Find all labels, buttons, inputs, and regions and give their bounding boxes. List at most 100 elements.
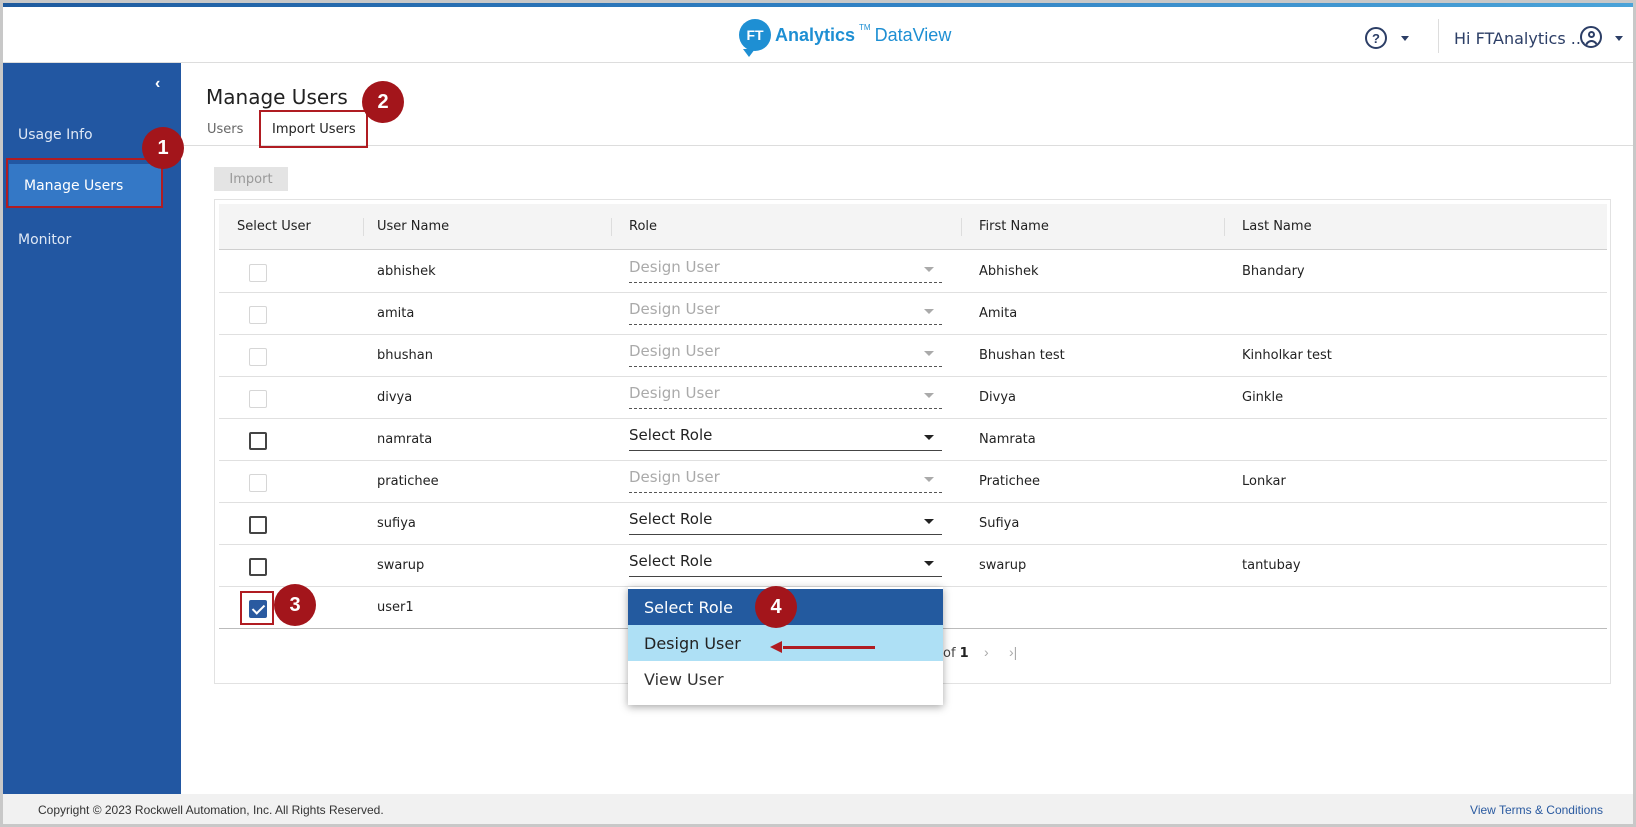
role-select[interactable]: Select Role bbox=[629, 549, 942, 577]
pager-total-pages: 1 bbox=[959, 646, 969, 661]
annotation-arrow-left-icon bbox=[770, 641, 782, 653]
sidebar-item-monitor[interactable]: Monitor bbox=[3, 218, 181, 262]
select-user-checkbox bbox=[249, 264, 267, 282]
select-user-checkbox bbox=[249, 390, 267, 408]
user-name-cell: swarup bbox=[377, 558, 425, 573]
chevron-down-icon bbox=[924, 351, 934, 356]
chevron-down-icon bbox=[924, 561, 934, 566]
last-page-icon[interactable]: ›| bbox=[1009, 644, 1017, 660]
next-page-icon[interactable]: › bbox=[984, 644, 989, 660]
logo-badge-icon: FT bbox=[739, 19, 771, 57]
role-select: Design User bbox=[629, 465, 942, 493]
role-select-value: Design User bbox=[629, 384, 720, 402]
role-select-value: Select Role bbox=[629, 426, 713, 444]
select-user-checkbox bbox=[249, 306, 267, 324]
last-name-cell: Kinholkar test bbox=[1242, 348, 1332, 363]
last-name-cell: Ginkle bbox=[1242, 390, 1284, 405]
logo-analytics-text: Analytics bbox=[775, 24, 856, 45]
role-select-value: Design User bbox=[629, 300, 720, 318]
user-name-cell: divya bbox=[377, 390, 413, 405]
first-name-cell: Pratichee bbox=[979, 474, 1041, 489]
table-row: sufiya Select Role Sufiya bbox=[219, 503, 1607, 545]
table-header: Select User User Name Role First Name La… bbox=[219, 204, 1607, 250]
table-row: divya Design User Divya Ginkle bbox=[219, 377, 1607, 419]
chevron-down-icon bbox=[924, 519, 934, 524]
annotation-step-1: 1 bbox=[142, 127, 184, 169]
first-name-cell: Namrata bbox=[979, 432, 1036, 447]
footer: Copyright © 2023 Rockwell Automation, In… bbox=[3, 794, 1633, 824]
column-header-last-name[interactable]: Last Name bbox=[1242, 219, 1312, 234]
app-header: FT Analytics TM DataView ? Hi FTAnalytic… bbox=[3, 7, 1633, 63]
chevron-down-icon bbox=[924, 393, 934, 398]
page-title: Manage Users bbox=[206, 85, 348, 109]
user-menu-chevron-down-icon[interactable] bbox=[1615, 36, 1623, 41]
column-separator bbox=[961, 218, 962, 236]
select-user-checkbox bbox=[249, 474, 267, 492]
table-row: swarup Select Role swarup tantubay bbox=[219, 545, 1607, 587]
column-separator bbox=[1224, 218, 1225, 236]
annotation-highlight-user1-checkbox bbox=[240, 591, 274, 625]
role-option-view-user[interactable]: View User bbox=[628, 661, 943, 697]
table-row: abhishek Design User Abhishek Bhandary bbox=[219, 251, 1607, 293]
role-select-value: Design User bbox=[629, 342, 720, 360]
select-user-checkbox[interactable] bbox=[249, 432, 267, 450]
user-avatar-icon[interactable] bbox=[1580, 26, 1602, 48]
pager-of-label: of bbox=[943, 646, 956, 661]
role-select-value: Select Role bbox=[629, 510, 713, 528]
role-select: Design User bbox=[629, 297, 942, 325]
column-header-role[interactable]: Role bbox=[629, 219, 657, 234]
column-header-select-user[interactable]: Select User bbox=[237, 219, 311, 234]
help-icon[interactable]: ? bbox=[1365, 27, 1387, 49]
import-button[interactable]: Import bbox=[214, 167, 288, 191]
terms-link[interactable]: View Terms & Conditions bbox=[1470, 803, 1603, 817]
role-select[interactable]: Select Role bbox=[629, 423, 942, 451]
chevron-down-icon bbox=[924, 435, 934, 440]
table-row: bhushan Design User Bhushan test Kinholk… bbox=[219, 335, 1607, 377]
user-name-cell: bhushan bbox=[377, 348, 433, 363]
role-select[interactable]: Select Role bbox=[629, 507, 942, 535]
role-option-design-user[interactable]: Design User bbox=[628, 625, 943, 661]
annotation-step-4: 4 bbox=[755, 586, 797, 628]
select-user-checkbox[interactable] bbox=[249, 558, 267, 576]
last-name-cell: Lonkar bbox=[1242, 474, 1286, 489]
column-separator bbox=[611, 218, 612, 236]
annotation-arrow-line bbox=[783, 646, 875, 649]
first-name-cell: Sufiya bbox=[979, 516, 1020, 531]
user-greeting[interactable]: Hi FTAnalytics ... bbox=[1454, 29, 1586, 48]
last-name-cell: tantubay bbox=[1242, 558, 1301, 573]
tabs-divider bbox=[181, 145, 1633, 146]
column-separator bbox=[363, 218, 364, 236]
last-name-cell: Bhandary bbox=[1242, 264, 1305, 279]
annotation-highlight-import-users-tab bbox=[259, 110, 368, 148]
role-select: Design User bbox=[629, 255, 942, 283]
annotation-step-2: 2 bbox=[362, 81, 404, 123]
column-header-user-name[interactable]: User Name bbox=[377, 219, 449, 234]
copyright-text: Copyright © 2023 Rockwell Automation, In… bbox=[38, 803, 384, 817]
first-name-cell: Abhishek bbox=[979, 264, 1039, 279]
user-name-cell: pratichee bbox=[377, 474, 439, 489]
column-header-first-name[interactable]: First Name bbox=[979, 219, 1049, 234]
first-name-cell: Amita bbox=[979, 306, 1018, 321]
tab-users[interactable]: Users bbox=[207, 122, 243, 137]
logo-trademark: TM bbox=[859, 23, 871, 32]
user-name-cell: user1 bbox=[377, 600, 414, 615]
pager-page-count: of 1 bbox=[943, 646, 969, 661]
role-select-value: Select Role bbox=[629, 552, 713, 570]
user-name-cell: namrata bbox=[377, 432, 433, 447]
select-user-checkbox bbox=[249, 348, 267, 366]
table-row: namrata Select Role Namrata bbox=[219, 419, 1607, 461]
collapse-sidebar-icon[interactable]: ‹ bbox=[155, 75, 160, 93]
role-select-value: Design User bbox=[629, 468, 720, 486]
table-row: pratichee Design User Pratichee Lonkar bbox=[219, 461, 1607, 503]
user-name-cell: amita bbox=[377, 306, 415, 321]
annotation-step-3: 3 bbox=[274, 584, 316, 626]
chevron-down-icon bbox=[924, 477, 934, 482]
help-chevron-down-icon[interactable] bbox=[1401, 36, 1409, 41]
role-select-value: Design User bbox=[629, 258, 720, 276]
first-name-cell: swarup bbox=[979, 558, 1027, 573]
first-name-cell: Divya bbox=[979, 390, 1016, 405]
select-user-checkbox[interactable] bbox=[249, 516, 267, 534]
table-row: amita Design User Amita bbox=[219, 293, 1607, 335]
user-name-cell: sufiya bbox=[377, 516, 416, 531]
first-name-cell: Bhushan test bbox=[979, 348, 1065, 363]
